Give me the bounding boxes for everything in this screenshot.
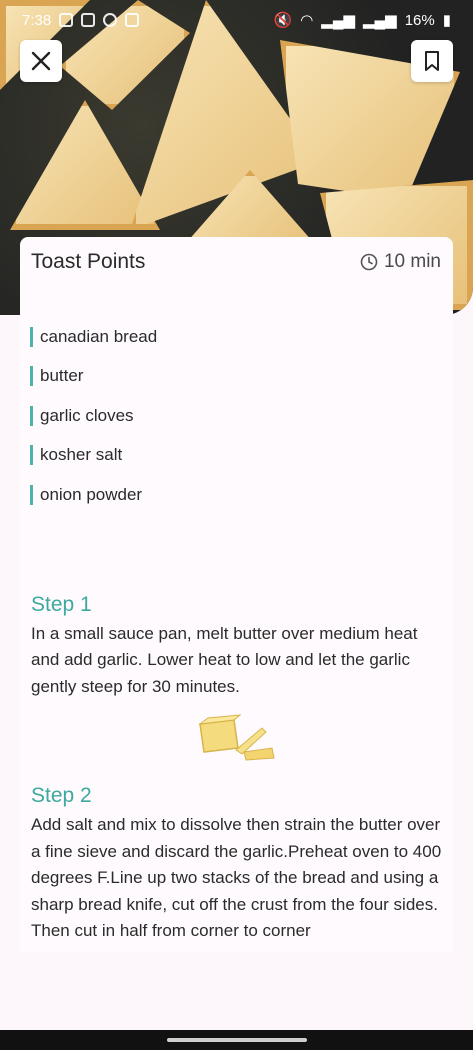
ingredient-label: canadian bread [40,326,158,346]
status-bar: 7:38 🔇 ◠ ▂▄▆ ▂▄▆ 16% ▮ [0,0,473,40]
ingredient-marker [30,484,33,505]
step-title: Step 1 [31,592,92,616]
close-icon [31,51,51,71]
step-section: Step 2 Add salt and mix to dissolve then… [20,784,453,945]
ingredient-item: butter [30,357,453,397]
ingredient-marker [30,405,33,426]
messenger-icon [103,13,118,27]
step-section: Step 1 In a small sauce pan, melt butter… [20,593,453,701]
ingredient-label: kosher salt [40,445,123,465]
cook-time-label: 10 min [383,251,441,272]
status-time: 7:38 [22,11,52,29]
signal-icon: ▂▄▆ [321,12,355,29]
ingredient-marker [30,366,33,387]
battery-icon: ▮ [442,12,451,29]
wifi-icon: ◠ [300,12,314,29]
bookmark-icon [425,51,439,71]
clock-icon [360,253,378,271]
ingredient-marker [30,445,33,466]
ingredient-marker [30,326,33,347]
bookmark-button[interactable] [411,40,453,82]
battery-percent: 16% [404,11,435,29]
title-row: Toast Points 10 min [20,237,453,287]
app-icon [81,13,96,27]
cook-time: 10 min [360,251,441,273]
ingredient-item: kosher salt [30,436,453,476]
ingredient-label: butter [40,366,84,386]
signal-icon-2: ▂▄▆ [363,12,397,29]
ingredient-label: garlic cloves [40,405,134,425]
ingredient-item: garlic cloves [30,396,453,436]
close-button[interactable] [20,40,62,82]
system-navigation-bar [0,1030,473,1050]
ingredient-item: onion powder [30,475,453,515]
home-indicator[interactable] [166,1038,307,1042]
image-icon [125,13,140,27]
ingredient-label: onion powder [40,484,143,504]
step-text: In a small sauce pan, melt butter over m… [31,623,418,696]
send-icon [59,13,74,27]
butter-image [20,714,453,762]
ingredient-item: canadian bread [30,317,453,357]
mute-icon: 🔇 [273,12,293,29]
recipe-title: Toast Points [31,250,146,273]
step-title: Step 2 [31,784,92,807]
step-text: Add salt and mix to dissolve then strain… [31,815,442,940]
ingredient-list: canadian bread butter garlic cloves kosh… [20,317,453,515]
recipe-content[interactable]: Toast Points 10 min canadian bread butte… [20,237,453,952]
